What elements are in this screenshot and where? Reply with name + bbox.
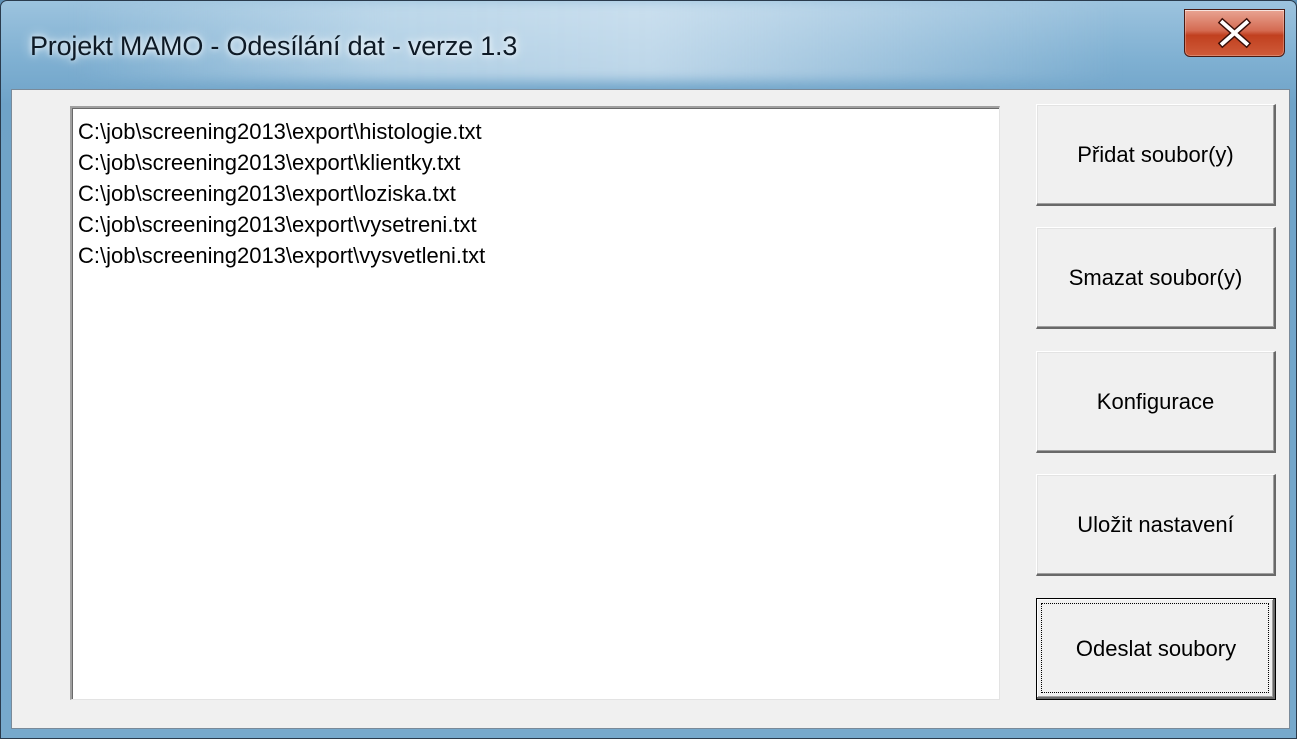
list-item[interactable]: C:\job\screening2013\export\vysetreni.tx…: [78, 209, 999, 240]
close-icon: [1217, 17, 1252, 49]
save-settings-label: Uložit nastavení: [1077, 511, 1234, 537]
title-bar[interactable]: Projekt MAMO - Odesílání dat - verze 1.3: [1, 1, 1296, 89]
add-files-label: Přidat soubor(y): [1077, 141, 1234, 167]
send-files-label: Odeslat soubory: [1075, 636, 1237, 661]
file-list[interactable]: C:\job\screening2013\export\histologie.t…: [70, 106, 1000, 700]
list-item[interactable]: C:\job\screening2013\export\vysvetleni.t…: [78, 240, 999, 271]
list-item[interactable]: C:\job\screening2013\export\histologie.t…: [78, 116, 999, 147]
list-item[interactable]: C:\job\screening2013\export\loziska.txt: [78, 178, 999, 209]
configuration-label: Konfigurace: [1096, 388, 1215, 414]
delete-files-button[interactable]: Smazat soubor(y): [1036, 227, 1276, 329]
configuration-button[interactable]: Konfigurace: [1036, 351, 1276, 453]
list-item[interactable]: C:\job\screening2013\export\klientky.txt: [78, 147, 999, 178]
delete-files-label: Smazat soubor(y): [1068, 264, 1243, 290]
send-files-button[interactable]: Odeslat soubory: [1036, 598, 1276, 700]
close-button[interactable]: [1184, 9, 1285, 57]
save-settings-button[interactable]: Uložit nastavení: [1036, 474, 1276, 576]
add-files-button[interactable]: Přidat soubor(y): [1036, 104, 1276, 206]
dialog-client-area: C:\job\screening2013\export\histologie.t…: [11, 89, 1290, 729]
app-window: Projekt MAMO - Odesílání dat - verze 1.3…: [0, 0, 1297, 739]
window-title: Projekt MAMO - Odesílání dat - verze 1.3: [30, 31, 518, 61]
